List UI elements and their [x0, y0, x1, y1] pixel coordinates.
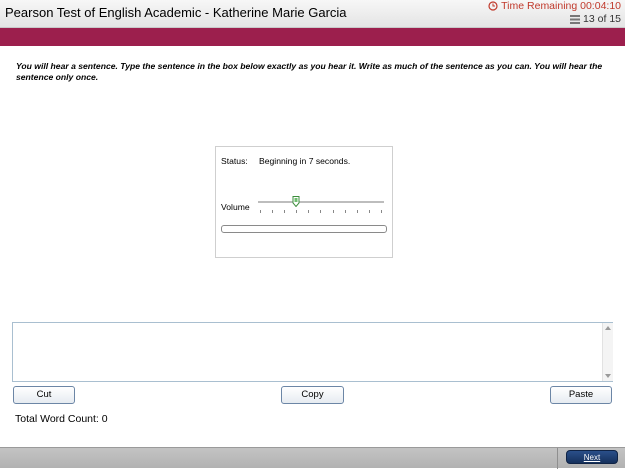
volume-slider-thumb[interactable] — [292, 196, 300, 207]
answer-input[interactable] — [12, 322, 613, 382]
status-label: Status: — [221, 156, 248, 166]
volume-ticks — [260, 210, 382, 213]
app-title: Pearson Test of English Academic - Kathe… — [5, 5, 347, 20]
copy-button[interactable]: Copy — [281, 386, 344, 404]
volume-slider-track[interactable] — [258, 201, 384, 203]
next-button[interactable]: Next — [566, 450, 618, 464]
footer-divider — [557, 448, 558, 469]
volume-label: Volume — [221, 202, 250, 212]
paste-button[interactable]: Paste — [550, 386, 612, 404]
time-remaining-text: Time Remaining 00:04:10 — [501, 0, 621, 12]
clock-icon — [488, 1, 498, 11]
question-counter: 13 of 15 — [570, 13, 621, 25]
question-counter-text: 13 of 15 — [583, 13, 621, 25]
audio-player: Status: Beginning in 7 seconds. Volume — [215, 146, 393, 258]
scroll-down-icon[interactable] — [604, 372, 612, 380]
footer-bar — [0, 447, 625, 469]
audio-progress-bar — [221, 225, 387, 233]
scroll-up-icon[interactable] — [604, 324, 612, 332]
cut-button[interactable]: Cut — [13, 386, 75, 404]
answer-scrollbar[interactable] — [602, 323, 613, 381]
time-remaining: Time Remaining 00:04:10 — [488, 0, 621, 12]
list-icon — [570, 14, 581, 24]
total-word-count: Total Word Count: 0 — [15, 413, 108, 425]
instruction-text: You will hear a sentence. Type the sente… — [16, 61, 603, 82]
brand-bar — [0, 28, 625, 46]
title-bar: Pearson Test of English Academic - Kathe… — [0, 0, 625, 28]
status-value: Beginning in 7 seconds. — [259, 156, 351, 166]
